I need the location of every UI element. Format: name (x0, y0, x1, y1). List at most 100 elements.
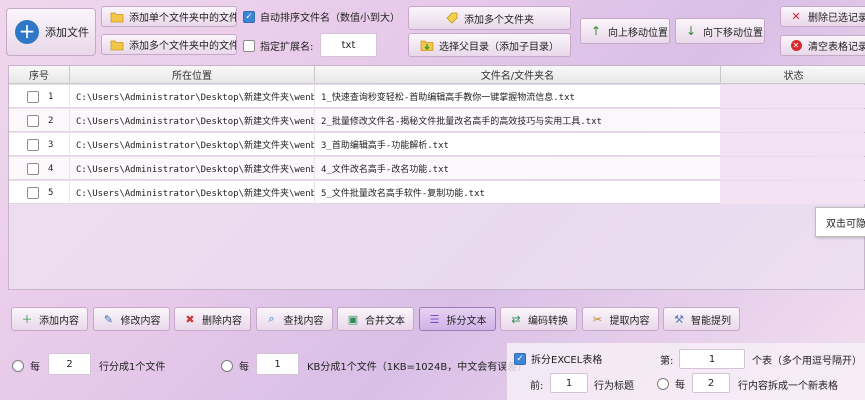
table-row[interactable]: 2 C:\Users\Administrator\Desktop\新建文件夹\we… (9, 109, 865, 132)
lines-input[interactable]: 2 (48, 353, 91, 375)
front-input[interactable]: 1 (550, 373, 588, 393)
table-row[interactable]: 1 C:\Users\Administrator\Desktop\新建文件夹\we… (9, 85, 865, 108)
row-checkbox[interactable] (27, 90, 39, 103)
ext-option[interactable]: 指定扩展名: (243, 38, 313, 53)
add-multi-folder-button[interactable]: 添加多个文件夹 (408, 6, 571, 30)
tab-label: 添加内容 (39, 315, 79, 327)
tooltip: 双击可隐 (815, 207, 865, 237)
auto-sort-checkbox[interactable]: ✓ (243, 10, 255, 23)
add-files-in-folder-button[interactable]: 添加单个文件夹中的文件 (101, 6, 237, 27)
clear-list-label: 清空表格记录 (808, 42, 865, 53)
path-cell: C:\Users\Administrator\Desktop\新建文件夹\wen… (70, 133, 315, 156)
name-cell: 4_文件改名高手-改名功能.txt (315, 157, 721, 180)
move-down-button[interactable]: ↓ 向下移动位置 (675, 18, 765, 44)
tab-encode[interactable]: ⇄ 编码转换 (500, 307, 577, 331)
every-option[interactable]: 每 (657, 376, 685, 391)
name-cell: 1_快速查询秒变轻松-首助编辑高手教你一键掌握物流信息.txt (315, 85, 721, 108)
tab-find[interactable]: ⌕ 查找内容 (255, 307, 333, 331)
every-radio[interactable] (657, 377, 669, 390)
row-number: 2 (48, 115, 54, 126)
close-icon: ✕ (791, 10, 801, 23)
kb-input[interactable]: 1 (256, 353, 299, 375)
column-header-name[interactable]: 文件名/文件夹名 (315, 66, 721, 84)
folder-icon (110, 38, 124, 52)
tab-extract[interactable]: ✂ 提取内容 (581, 307, 659, 331)
tab-add[interactable]: ＋ 添加内容 (11, 307, 88, 331)
every-input[interactable]: 2 (692, 373, 730, 393)
auto-sort-label: 自动排序文件名（数值小到大） (260, 13, 400, 24)
tab-split[interactable]: ☰ 拆分文本 (418, 307, 496, 331)
row-number: 5 (48, 187, 54, 198)
each-label: 每 (675, 380, 685, 391)
split-excel-option[interactable]: ✓ 拆分EXCEL表格 (514, 351, 602, 366)
add-icon: + (15, 20, 39, 44)
move-up-button[interactable]: ↑ 向上移动位置 (580, 18, 670, 44)
row-number: 1 (48, 91, 54, 102)
delete-marked-button[interactable]: ✕ 删除已选记录 (780, 6, 865, 27)
lines-suffix-label: 行分成1个文件 (99, 362, 166, 373)
front-prefix-label: 前: (530, 381, 544, 392)
folder-down-icon (420, 38, 434, 52)
tab-label: 修改内容 (120, 315, 161, 327)
split-by-lines-radio[interactable] (12, 359, 24, 372)
each-label: 每 (30, 362, 40, 373)
row-number: 3 (48, 139, 54, 150)
add-files-in-folder-label: 添加单个文件夹中的文件 (129, 13, 237, 24)
split-excel-checkbox[interactable]: ✓ (514, 352, 526, 365)
kb-suffix-label: KB分成1个文件（1KB=1024B，中文会有误差） (307, 362, 528, 373)
ext-label: 指定扩展名: (260, 42, 314, 53)
row-checkbox[interactable] (27, 114, 39, 127)
path-cell: C:\Users\Administrator\Desktop\新建文件夹\wen… (70, 157, 315, 180)
kb-suffix: KB分成1个文件（1KB=1024B，中文会有误差） (307, 358, 527, 373)
split-by-kb-radio[interactable] (221, 359, 233, 372)
table-row[interactable]: 5 C:\Users\Administrator\Desktop\新建文件夹\we… (9, 181, 865, 204)
split-icon: ☰ (429, 312, 440, 326)
arrow-down-icon: ↓ (685, 24, 697, 38)
find-icon: ⌕ (268, 312, 275, 325)
row-checkbox[interactable] (27, 186, 39, 199)
auto-sort-option[interactable]: ✓ 自动排序文件名（数值小到大） (243, 9, 400, 24)
tab-label: 提取内容 (609, 315, 650, 327)
split-by-lines-option[interactable]: 每 (12, 358, 40, 373)
add-multi-folder-label: 添加多个文件夹 (464, 14, 534, 26)
select-parent-label: 选择父目录（添加子目录） (439, 41, 559, 53)
column-header-no[interactable]: 序号 (9, 66, 70, 84)
tab-label: 合并文本 (365, 315, 405, 327)
column-header-path[interactable]: 所在位置 (70, 66, 315, 84)
tab-label: 查找内容 (283, 315, 324, 327)
add-files-in-folders-button[interactable]: 添加多个文件夹中的文件 (101, 34, 237, 55)
tab-smart[interactable]: ⚒ 智能提列 (663, 307, 740, 331)
split-by-kb-option[interactable]: 每 (221, 358, 249, 373)
folder-icon (110, 10, 124, 24)
table-row[interactable]: 3 C:\Users\Administrator\Desktop\新建文件夹\we… (9, 133, 865, 156)
tab-label: 拆分文本 (446, 315, 487, 327)
encode-icon: ⇄ (511, 312, 521, 326)
row-number-cell: 5 (9, 181, 70, 204)
move-up-label: 向上移动位置 (608, 27, 668, 39)
split-excel-label: 拆分EXCEL表格 (531, 355, 603, 366)
tab-delete[interactable]: ✖ 删除内容 (174, 307, 251, 331)
row-number: 4 (48, 163, 54, 174)
row-number-cell: 3 (9, 133, 70, 156)
sheet-prefix: 第: (660, 352, 673, 367)
sheet-input[interactable]: 1 (679, 349, 745, 369)
delete-marked-label: 删除已选记录 (808, 13, 865, 24)
row-number-cell: 4 (9, 157, 70, 180)
row-checkbox[interactable] (27, 138, 39, 151)
select-parent-button[interactable]: 选择父目录（添加子目录） (408, 33, 571, 57)
tab-edit[interactable]: ✎ 修改内容 (92, 307, 170, 331)
row-number-cell: 2 (9, 109, 70, 132)
row-checkbox[interactable] (27, 162, 39, 175)
column-header-status[interactable]: 状态 (721, 66, 865, 84)
ext-input[interactable]: txt (320, 33, 377, 57)
ext-checkbox[interactable] (243, 39, 255, 52)
add-files-in-folders-label: 添加多个文件夹中的文件 (129, 41, 237, 52)
tab-merge[interactable]: ▣ 合并文本 (337, 307, 414, 331)
front-suffix: 行为标题 (594, 377, 634, 392)
lines-suffix: 行分成1个文件 (99, 358, 165, 373)
add-file-button[interactable]: + 添加文件 (6, 8, 96, 56)
path-cell: C:\Users\Administrator\Desktop\新建文件夹\wen… (70, 109, 315, 132)
status-cell (721, 109, 865, 132)
clear-list-button[interactable]: ✕ 清空表格记录 (780, 35, 865, 56)
table-row[interactable]: 4 C:\Users\Administrator\Desktop\新建文件夹\we… (9, 157, 865, 180)
